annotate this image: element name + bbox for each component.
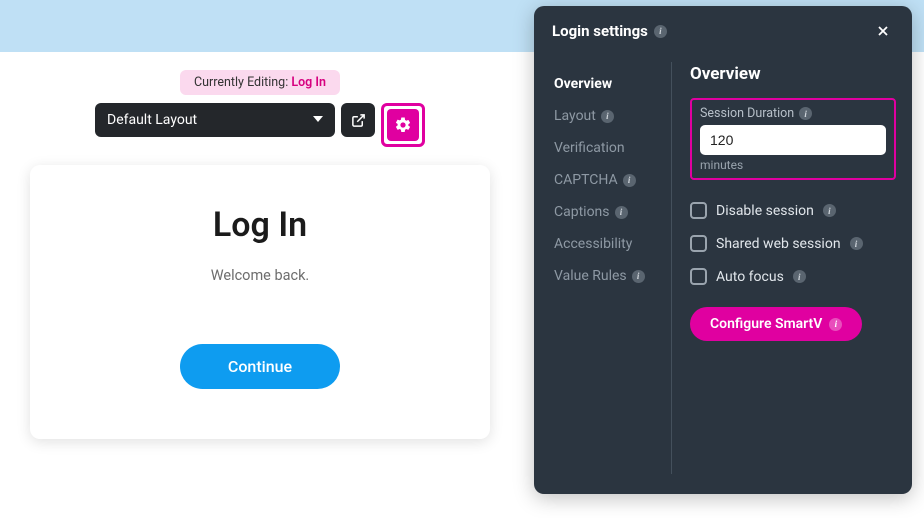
nav-captions-label: Captions xyxy=(554,204,610,220)
currently-editing-pill: Currently Editing: Log In xyxy=(180,70,340,95)
content-heading: Overview xyxy=(690,64,896,84)
close-icon xyxy=(875,23,891,39)
info-icon[interactable]: i xyxy=(793,270,806,283)
auto-focus-label: Auto focus xyxy=(716,269,784,285)
nav-layout[interactable]: Layout i xyxy=(554,100,663,132)
editor-area: Currently Editing: Log In Default Layout… xyxy=(20,70,500,439)
login-title: Log In xyxy=(60,205,460,245)
login-card: Log In Welcome back. Continue xyxy=(30,165,490,439)
nav-accessibility-label: Accessibility xyxy=(554,236,632,252)
info-icon[interactable]: i xyxy=(850,237,863,250)
nav-verification-label: Verification xyxy=(554,140,625,156)
nav-captions[interactable]: Captions i xyxy=(554,196,663,228)
nav-verification[interactable]: Verification xyxy=(554,132,663,164)
login-subtitle: Welcome back. xyxy=(60,267,460,284)
disable-session-label: Disable session xyxy=(716,203,814,219)
layout-select[interactable]: Default Layout xyxy=(95,103,335,137)
info-icon[interactable]: i xyxy=(654,25,667,38)
nav-captcha-label: CAPTCHA xyxy=(554,172,618,188)
continue-label: Continue xyxy=(228,357,292,376)
settings-button[interactable] xyxy=(387,109,419,141)
panel-nav: Overview Layout i Verification CAPTCHA i… xyxy=(554,62,672,474)
panel-title: Login settings i xyxy=(552,22,667,40)
disable-session-row[interactable]: Disable session i xyxy=(690,194,896,227)
shared-session-row[interactable]: Shared web session i xyxy=(690,227,896,260)
panel-title-text: Login settings xyxy=(552,22,648,40)
info-icon[interactable]: i xyxy=(601,110,614,123)
nav-value-rules-label: Value Rules xyxy=(554,268,627,284)
editing-prefix: Currently Editing: xyxy=(194,75,291,90)
session-duration-input[interactable] xyxy=(700,125,886,155)
configure-label: Configure SmartV xyxy=(710,316,822,332)
info-icon[interactable]: i xyxy=(823,204,836,217)
shared-session-checkbox[interactable] xyxy=(690,235,707,252)
panel-body: Overview Layout i Verification CAPTCHA i… xyxy=(534,52,912,494)
close-button[interactable] xyxy=(872,20,894,42)
nav-captcha[interactable]: CAPTCHA i xyxy=(554,164,663,196)
session-duration-unit: minutes xyxy=(700,158,886,172)
settings-button-highlight xyxy=(381,103,425,147)
editing-screen-name: Log In xyxy=(291,75,326,90)
info-icon[interactable]: i xyxy=(632,270,645,283)
nav-layout-label: Layout xyxy=(554,108,596,124)
layout-select-value: Default Layout xyxy=(107,112,197,128)
session-duration-label-text: Session Duration xyxy=(700,106,794,121)
configure-smartv-button[interactable]: Configure SmartV i xyxy=(690,307,862,341)
info-icon[interactable]: i xyxy=(615,206,628,219)
info-icon[interactable]: i xyxy=(623,174,636,187)
shared-session-label: Shared web session xyxy=(716,236,841,252)
gear-icon xyxy=(394,116,412,134)
external-link-icon xyxy=(351,113,366,128)
auto-focus-checkbox[interactable] xyxy=(690,268,707,285)
info-icon[interactable]: i xyxy=(829,318,842,331)
disable-session-checkbox[interactable] xyxy=(690,202,707,219)
nav-value-rules[interactable]: Value Rules i xyxy=(554,260,663,292)
login-settings-panel: Login settings i Overview Layout i Verif… xyxy=(534,6,912,494)
open-external-button[interactable] xyxy=(341,103,375,137)
nav-overview[interactable]: Overview xyxy=(554,68,663,100)
session-duration-label: Session Duration i xyxy=(700,106,886,121)
info-icon[interactable]: i xyxy=(799,107,812,120)
panel-header: Login settings i xyxy=(534,6,912,52)
auto-focus-row[interactable]: Auto focus i xyxy=(690,260,896,293)
layout-toolbar: Default Layout xyxy=(95,103,425,147)
continue-button[interactable]: Continue xyxy=(180,344,340,389)
session-duration-block: Session Duration i minutes xyxy=(690,98,896,180)
nav-accessibility[interactable]: Accessibility xyxy=(554,228,663,260)
panel-content: Overview Session Duration i minutes Disa… xyxy=(672,62,896,474)
nav-overview-label: Overview xyxy=(554,76,612,92)
